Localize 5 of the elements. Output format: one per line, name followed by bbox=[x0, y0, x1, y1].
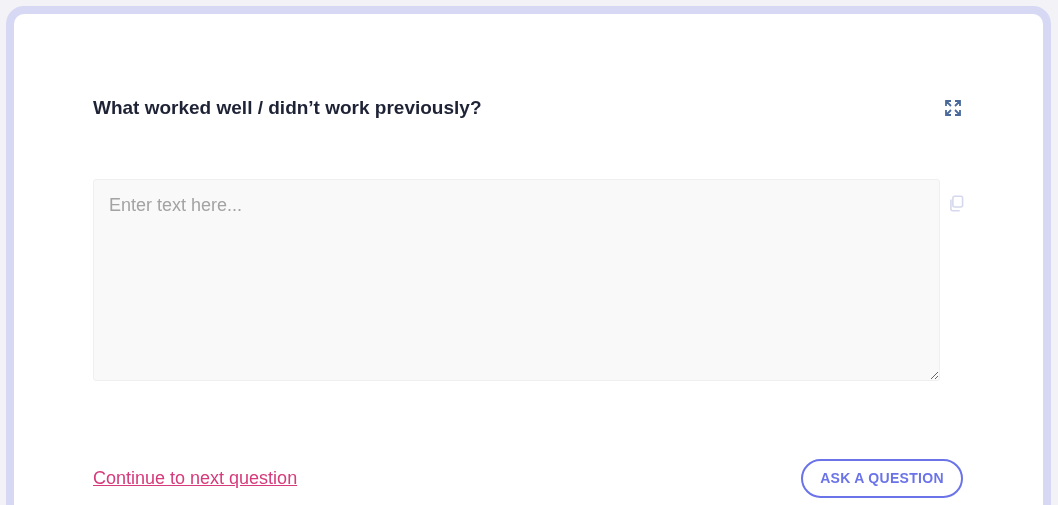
answer-field[interactable]: Enter text here... bbox=[93, 178, 941, 381]
ask-question-button[interactable]: ASK A QUESTION bbox=[801, 458, 963, 498]
question-title: What worked well / didn’t work previously? bbox=[93, 96, 482, 120]
expand-icon[interactable] bbox=[945, 100, 961, 117]
next-question-link[interactable]: Continue to next question bbox=[93, 464, 298, 492]
